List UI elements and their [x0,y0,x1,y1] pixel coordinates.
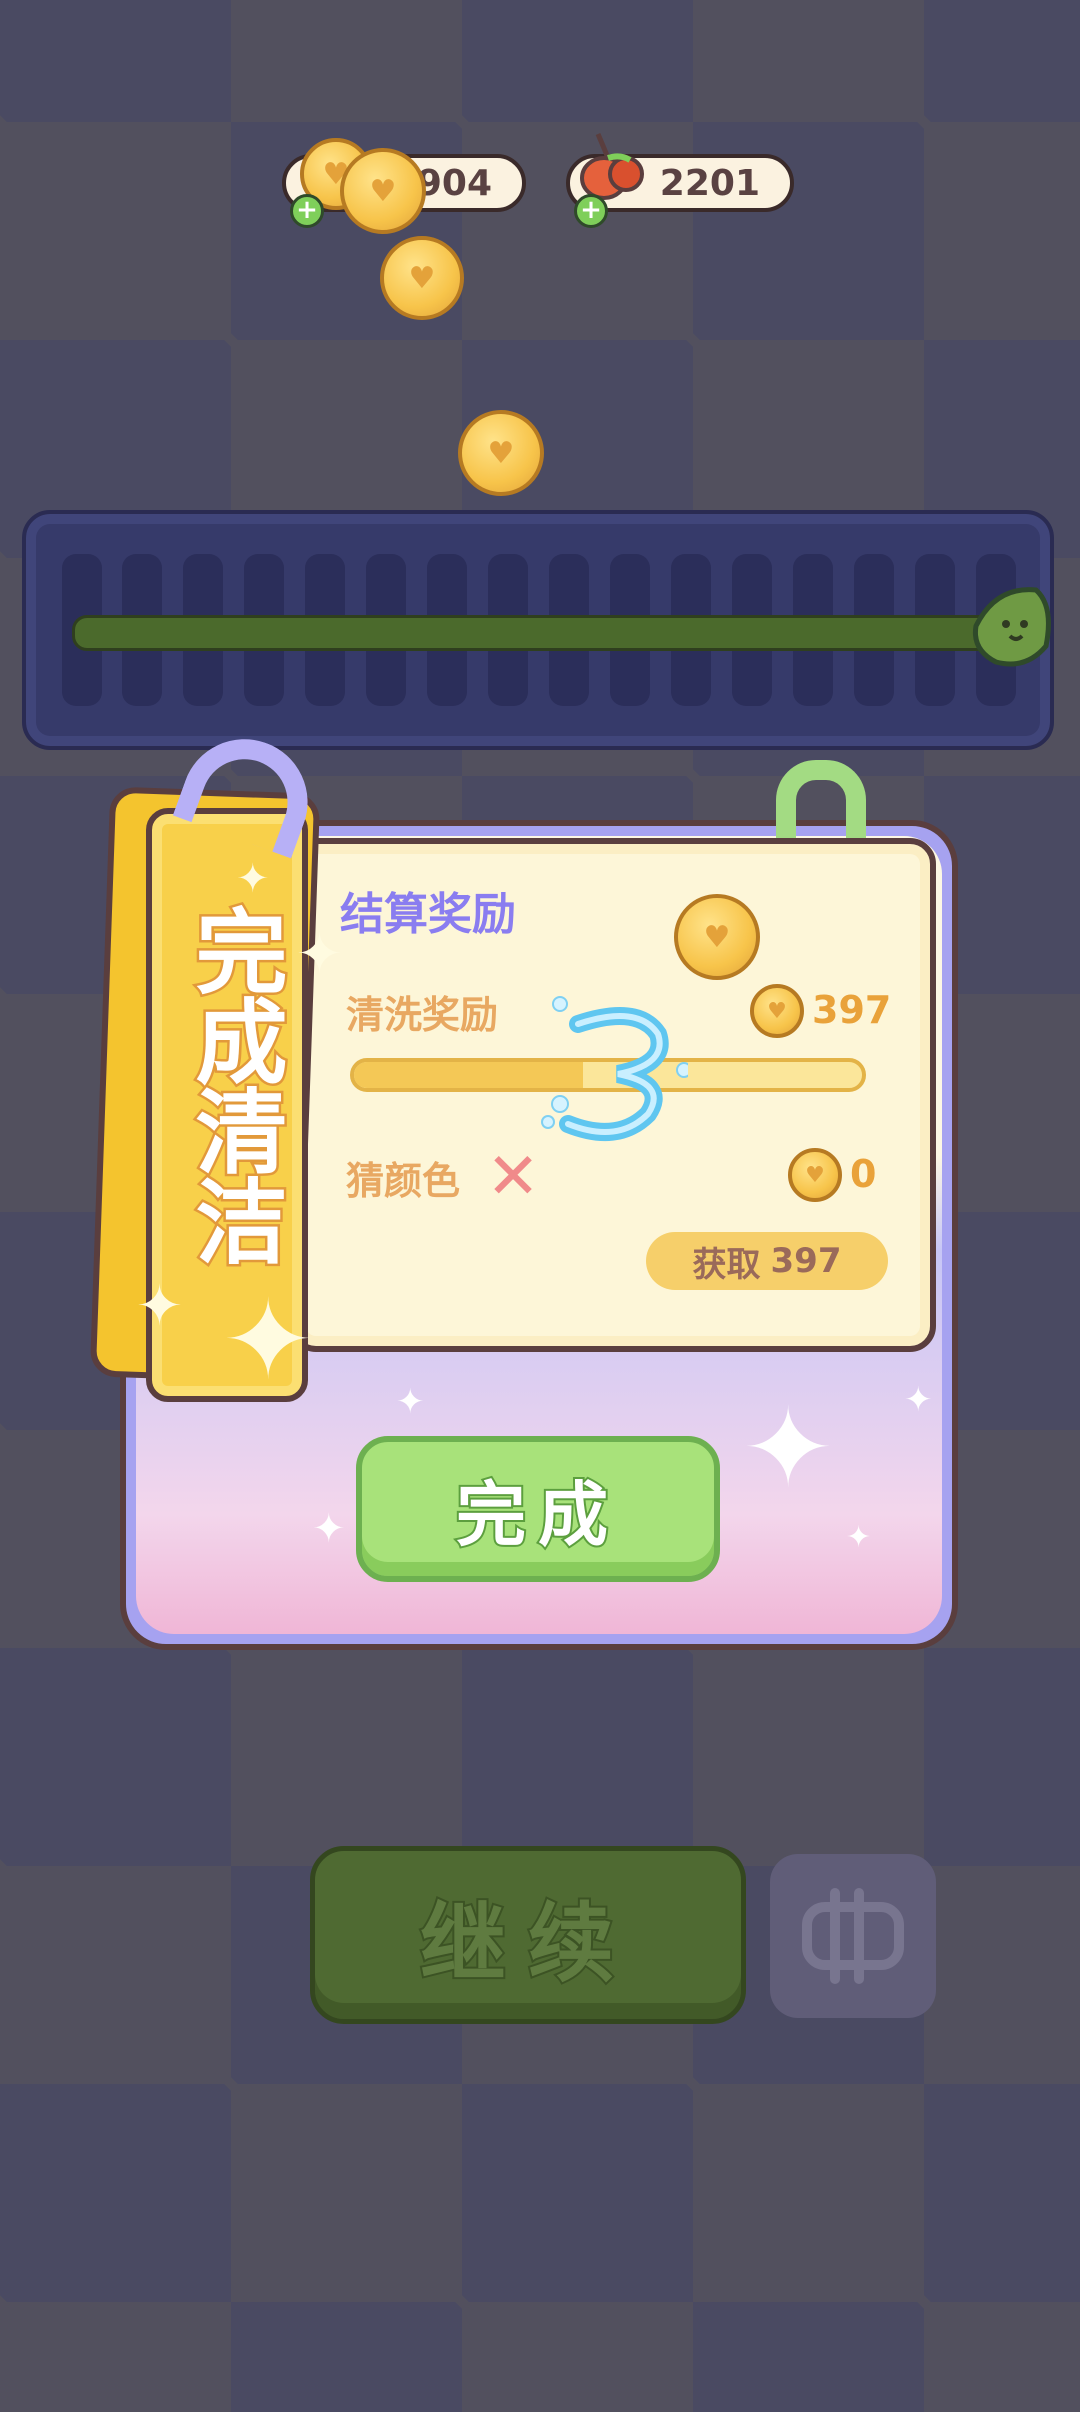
wash-reward-coin-icon: ♥ [750,984,804,1038]
guess-color-coin-icon: ♥ [788,1148,842,1202]
sparkle-icon: ✦ [742,1384,835,1512]
add-coins-icon[interactable]: + [290,194,324,228]
claim-badge: 获取 397 [646,1232,888,1290]
sparkle-icon: ✦ [222,1276,315,1404]
sparkle-icon: ✦ [136,1274,183,1339]
guess-color-label: 猜颜色 [346,1159,461,1203]
section-title: 结算奖励 [340,889,516,940]
flying-coin-icon: ♥ [340,148,426,234]
add-tomatoes-icon[interactable]: + [574,194,608,228]
claim-label: 获取 [692,1244,761,1285]
reward-coin-icon: ♥ [674,894,760,980]
claim-value: 397 [770,1241,842,1281]
track-progress-bar [72,615,1008,651]
flying-coin-icon: ♥ [458,410,544,496]
tag-title: 完成清洁 [178,902,290,1267]
sparkle-icon: ✦ [236,856,270,902]
continue-button[interactable]: 继续 [310,1846,746,2024]
side-action-button[interactable] [770,1854,936,2018]
sparkle-icon: ✦ [296,922,343,987]
water-splash-icon [541,996,688,1141]
cleaning-progress-track [22,510,1054,750]
cross-icon: ✕ [486,1140,540,1214]
guess-color-value: 0 [850,1152,877,1196]
wash-reward-value: 397 [812,988,892,1032]
sparkle-icon: ✦ [396,1382,425,1422]
wash-reward-label: 清洗奖励 [346,993,499,1037]
sparkle-icon: ✦ [904,1380,933,1420]
sprout-character-icon [972,587,1051,667]
sparkle-icon: ✦ [846,1520,872,1555]
done-button[interactable]: 完成 [356,1436,720,1582]
brush-icon [802,1888,904,1984]
sparkle-icon: ✦ [312,1506,346,1552]
flying-coin-icon: ♥ [380,236,464,320]
